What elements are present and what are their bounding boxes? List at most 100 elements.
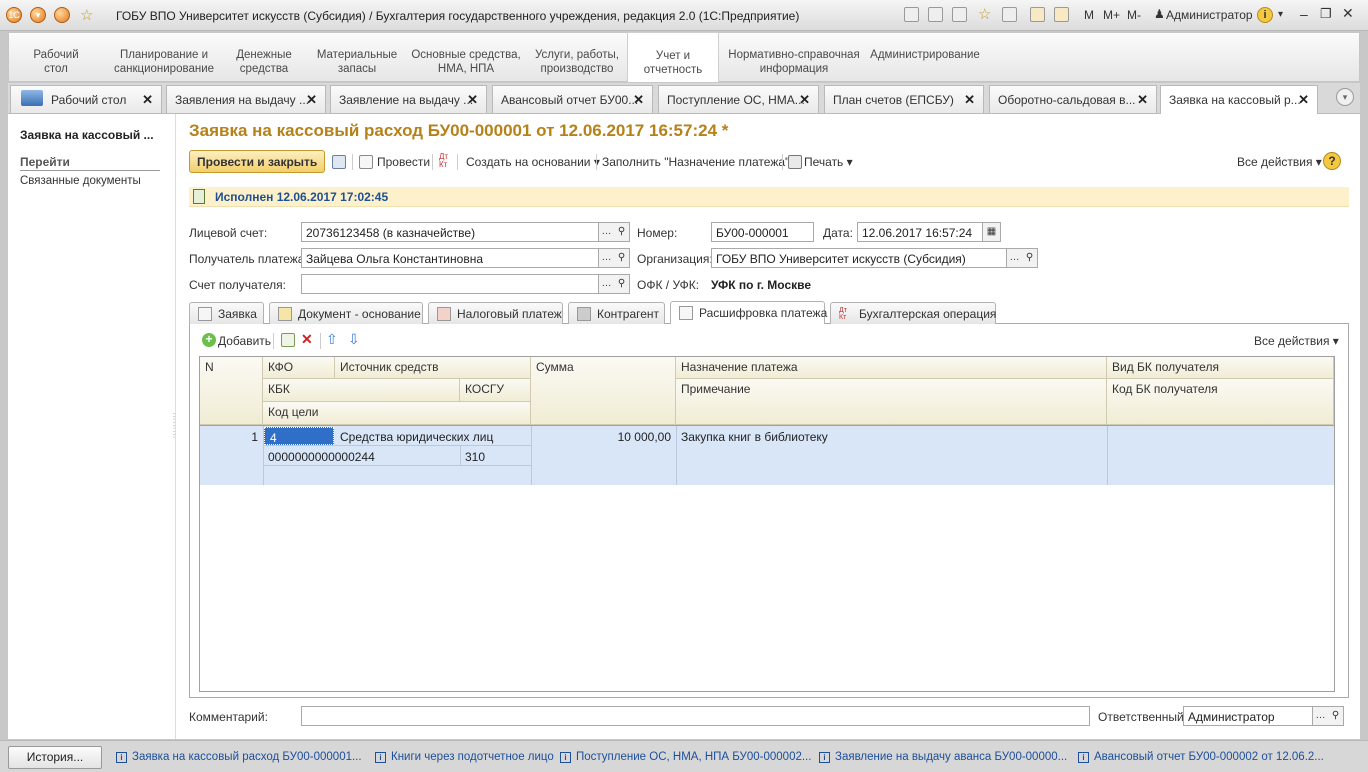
all-actions-button[interactable]: Все действия ▾ — [1237, 155, 1322, 169]
close-tab-icon[interactable]: ✕ — [142, 92, 153, 108]
delete-row-icon[interactable]: ✕ — [301, 331, 313, 348]
preview-icon[interactable] — [952, 7, 967, 22]
column-header-sum[interactable]: Сумма — [531, 357, 676, 425]
payee-account-search-icon[interactable]: ⚲ — [614, 274, 630, 294]
column-header-n[interactable]: N — [200, 357, 263, 425]
minimize-icon[interactable]: – — [1300, 6, 1308, 22]
responsible-select-button[interactable]: … — [1313, 706, 1329, 726]
tab-chart-of-accounts[interactable]: План счетов (ЕПСБУ) ✕ — [824, 85, 984, 113]
history-item[interactable]: i Авансовый отчет БУ00-000002 от 12.06.2.… — [1078, 751, 1324, 763]
tab-payment-details[interactable]: Расшифровка платежа — [670, 301, 827, 325]
organization-search-icon[interactable]: ⚲ — [1022, 248, 1038, 268]
responsible-search-icon[interactable]: ⚲ — [1328, 706, 1344, 726]
move-up-icon[interactable]: ⇧ — [326, 331, 338, 348]
printer-icon[interactable] — [788, 155, 802, 169]
memory-m-button[interactable]: M — [1084, 8, 1094, 22]
column-header-target-code[interactable]: Код цели — [263, 402, 531, 425]
section-materials[interactable]: Материальные запасы — [315, 48, 399, 76]
tab-desktop[interactable]: Рабочий стол ✕ — [10, 85, 162, 113]
post-button[interactable]: Провести — [377, 155, 430, 169]
history-item[interactable]: i Книги через подотчетное лицо — [375, 751, 554, 763]
related-documents-link[interactable]: Связанные документы — [20, 175, 141, 187]
save-icon[interactable] — [332, 155, 346, 169]
column-header-source[interactable]: Источник средств — [335, 357, 531, 379]
move-down-icon[interactable]: ⇩ — [348, 331, 360, 348]
cell-purpose[interactable]: Закупка книг в библиотеку — [676, 427, 1107, 447]
add-favorite-icon[interactable]: ☆ — [978, 5, 991, 23]
cell-kbk[interactable]: 0000000000000244 — [263, 447, 460, 467]
section-services[interactable]: Услуги, работы, производство — [531, 48, 623, 76]
column-header-bk-code[interactable]: Код БК получателя — [1107, 379, 1334, 425]
account-select-button[interactable]: … — [599, 222, 615, 242]
column-header-note[interactable]: Примечание — [676, 379, 1107, 425]
payee-field[interactable]: Зайцева Ольга Константиновна — [301, 248, 599, 268]
tab-base-document[interactable]: Документ - основание — [269, 302, 423, 324]
close-tab-icon[interactable]: ✕ — [633, 92, 644, 108]
add-icon[interactable]: + — [202, 333, 216, 347]
close-tab-icon[interactable]: ✕ — [467, 92, 478, 108]
cell-kfo[interactable]: 4 — [264, 427, 334, 445]
close-tab-icon[interactable]: ✕ — [1137, 92, 1148, 108]
comment-field[interactable] — [301, 706, 1090, 726]
ofk-value[interactable]: УФК по г. Москве — [711, 278, 811, 292]
history-button[interactable]: История... — [8, 746, 102, 769]
history-item[interactable]: i Заявление на выдачу аванса БУ00-00000..… — [819, 751, 1067, 763]
add-row-button[interactable]: Добавить — [218, 334, 271, 348]
cell-kosgu[interactable]: 310 — [460, 447, 531, 467]
column-header-kfo[interactable]: КФО — [263, 357, 335, 379]
home-icon[interactable] — [54, 7, 70, 23]
main-menu-icon[interactable]: ▾ — [30, 7, 46, 23]
section-planning[interactable]: Планирование и санкционирование — [109, 48, 219, 76]
close-window-icon[interactable]: ✕ — [1342, 5, 1354, 22]
history-item[interactable]: i Поступление ОС, НМА, НПА БУ00-000002... — [560, 751, 811, 763]
cell-sum[interactable]: 10 000,00 — [531, 427, 676, 447]
column-header-kosgu[interactable]: КОСГУ — [460, 379, 531, 402]
payee-account-select-button[interactable]: … — [599, 274, 615, 294]
favorites-star-icon[interactable]: ☆ — [80, 6, 93, 24]
user-name[interactable]: Администратор — [1166, 8, 1253, 22]
section-money[interactable]: Денежные средства — [231, 48, 297, 76]
organization-select-button[interactable]: … — [1007, 248, 1023, 268]
section-reference[interactable]: Нормативно-справочная информация — [727, 48, 861, 76]
tab-trial-balance[interactable]: Оборотно-сальдовая в... ✕ — [989, 85, 1157, 113]
payee-select-button[interactable]: … — [599, 248, 615, 268]
tab-os-receipt[interactable]: Поступление ОС, НМА... ✕ — [658, 85, 819, 113]
tab-application[interactable]: Заявление на выдачу ... ✕ — [330, 85, 487, 113]
tab-advance-report[interactable]: Авансовый отчет БУ00... ✕ — [492, 85, 653, 113]
tab-accounting-operation[interactable]: Дт Кт Бухгалтерская операция — [830, 302, 996, 324]
tab-counterparty[interactable]: Контрагент — [568, 302, 665, 324]
account-field[interactable]: 20736123458 (в казначействе) — [301, 222, 599, 242]
section-fixed-assets[interactable]: Основные средства, НМА, НПА — [409, 48, 523, 76]
tab-cash-request[interactable]: Заявка на кассовый р... ✕ — [1160, 85, 1318, 115]
copy-row-icon[interactable] — [281, 333, 295, 347]
table-all-actions-button[interactable]: Все действия ▾ — [1254, 334, 1339, 348]
dt-kt-icon[interactable]: Дт Кт — [439, 153, 448, 169]
restore-icon[interactable]: ❐ — [1320, 6, 1332, 22]
chevron-down-icon[interactable]: ▾ — [1278, 9, 1283, 20]
date-field[interactable]: 12.06.2017 16:57:24 — [857, 222, 983, 242]
tab-tax-payment[interactable]: Налоговый платеж — [428, 302, 563, 324]
account-search-icon[interactable]: ⚲ — [614, 222, 630, 242]
nav-panel-title[interactable]: Заявка на кассовый ... — [20, 128, 154, 142]
column-header-kbk[interactable]: КБК — [263, 379, 460, 402]
memory-plus-button[interactable]: M+ — [1103, 8, 1120, 22]
more-tabs-icon[interactable]: ▾ — [1336, 88, 1354, 106]
history-item[interactable]: i Заявка на кассовый расход БУ00-000001..… — [116, 751, 362, 763]
section-accounting[interactable]: Учет и отчетность — [627, 32, 719, 82]
number-field[interactable]: БУ00-000001 — [711, 222, 814, 242]
section-desktop[interactable]: Рабочий стол — [27, 48, 85, 76]
payment-details-table[interactable]: N КФО Источник средств Сумма Назначение … — [199, 356, 1335, 692]
close-tab-icon[interactable]: ✕ — [306, 92, 317, 108]
calendar-icon[interactable] — [1054, 7, 1069, 22]
post-icon[interactable] — [359, 155, 373, 169]
close-tab-icon[interactable]: ✕ — [799, 92, 810, 108]
column-header-bk-type[interactable]: Вид БК получателя — [1107, 357, 1334, 379]
help-button[interactable]: ? — [1323, 152, 1341, 170]
post-and-close-button[interactable]: Провести и закрыть — [189, 150, 326, 173]
close-tab-icon[interactable]: ✕ — [1298, 92, 1309, 108]
calendar-icon[interactable]: ▦ — [983, 222, 1001, 242]
payee-account-field[interactable] — [301, 274, 599, 294]
organization-field[interactable]: ГОБУ ВПО Университет искусств (Субсидия) — [711, 248, 1007, 268]
memory-minus-button[interactable]: M- — [1127, 8, 1141, 22]
section-admin[interactable]: Администрирование — [869, 48, 981, 62]
